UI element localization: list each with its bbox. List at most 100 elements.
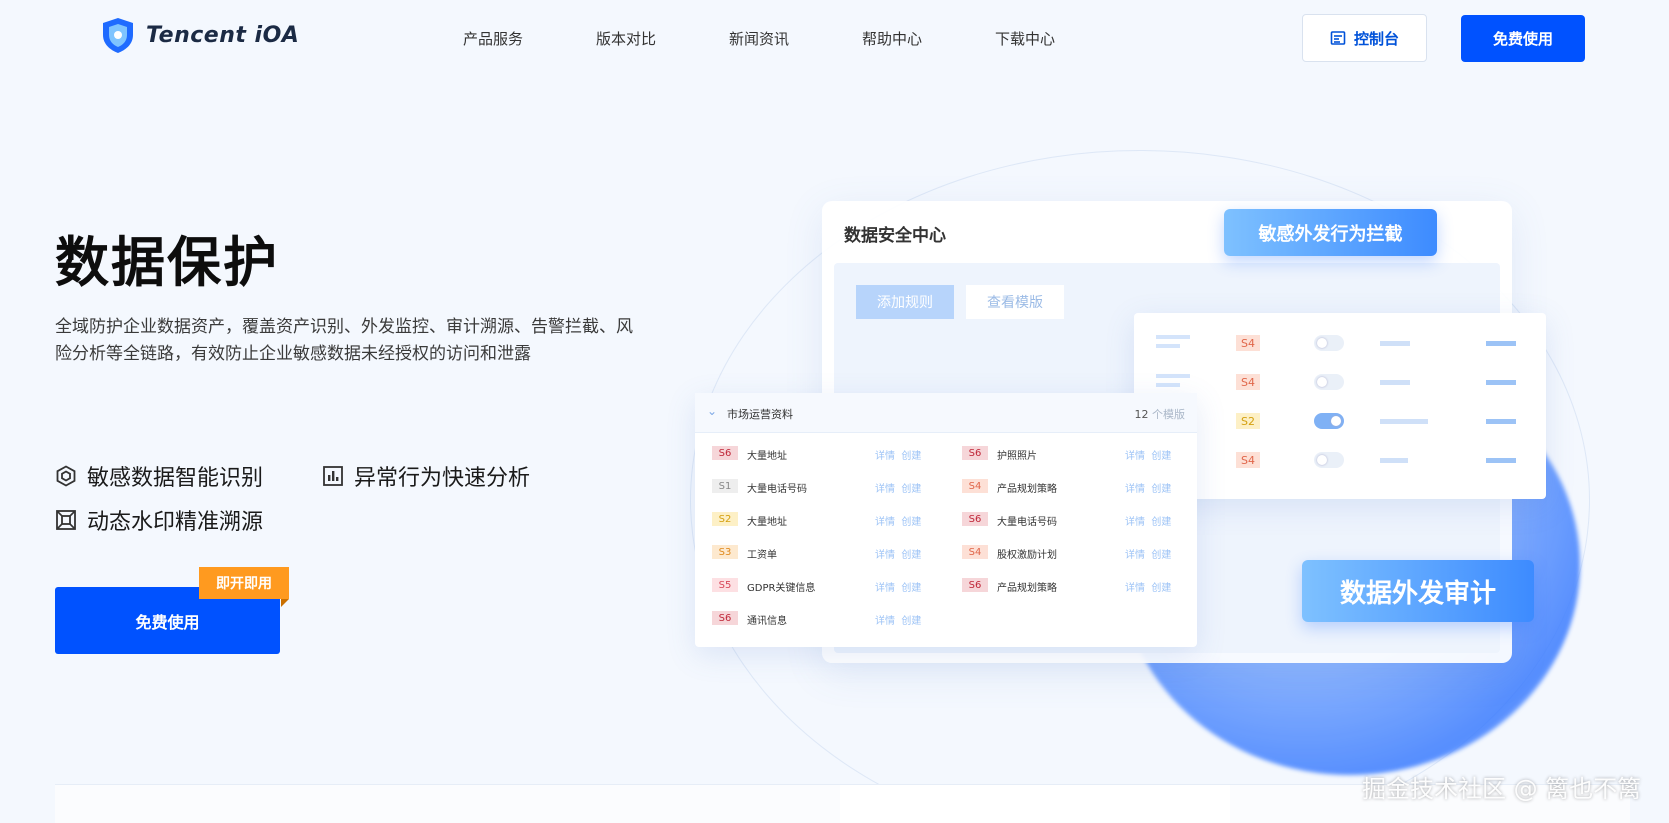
severity-badge: S2 [1236,413,1260,429]
detail-link[interactable]: 详情 [1125,583,1145,594]
detail-link[interactable]: 详情 [875,616,895,627]
detail-link[interactable]: 详情 [875,484,895,495]
detail-link[interactable]: 详情 [1125,550,1145,561]
severity-badge: S6 [962,446,988,460]
create-link[interactable]: 创建 [901,484,921,495]
create-link[interactable]: 创建 [1151,517,1171,528]
template-count: 12 个模版 [1135,406,1186,422]
severity-badge: S1 [712,479,738,493]
create-link[interactable]: 创建 [1151,484,1171,495]
list-item: S1 大量电话号码 详情 创建 [695,476,930,496]
detail-link[interactable]: 详情 [1125,517,1145,528]
create-link[interactable]: 创建 [1151,583,1171,594]
top-header: Tencent iOA 产品服务 版本对比 新闻资讯 帮助中心 下载中心 控制台 免费使… [0,0,1669,78]
item-actions: 详情 创建 [875,447,921,462]
create-link[interactable]: 创建 [901,550,921,561]
watermark-frame-icon [56,510,76,530]
create-link[interactable]: 创建 [1151,550,1171,561]
item-name: 股权激励计划 [997,550,1057,561]
item-actions: 详情 创建 [875,612,921,627]
item-actions: 详情 创建 [1125,447,1171,462]
item-actions: 详情 创建 [1125,546,1171,561]
create-link[interactable]: 创建 [901,517,921,528]
create-link[interactable]: 创建 [901,451,921,462]
template-list-card: ⌄ 市场运营资料 12 个模版 S6 大量地址 详情 创建 S1 大量电话号码 详情 创建… [695,393,1197,647]
list-item: S2 大量地址 详情 创建 [695,509,930,529]
severity-badge: S6 [962,578,988,592]
template-count-number: 12 [1134,408,1149,421]
detail-link[interactable]: 详情 [1125,484,1145,495]
item-actions: 详情 创建 [875,513,921,528]
hero-description: 全域防护企业数据资产，覆盖资产识别、外发监控、审计溯源、告警拦截、风险分析等全链… [55,317,633,364]
severity-badge: S6 [712,611,738,625]
chevron-down-icon: ⌄ [707,404,718,418]
template-list-title: 市场运营资料 [727,408,793,421]
nav-item-3[interactable]: 帮助中心 [862,28,995,49]
severity-badge: S3 [712,545,738,559]
item-name: 产品规划策略 [997,583,1057,594]
create-link[interactable]: 创建 [1151,451,1171,462]
list-item: S4 股权激励计划 详情 创建 [945,542,1180,562]
view-template-button[interactable]: 查看模版 [966,285,1064,319]
console-button[interactable]: 控制台 [1302,14,1427,62]
hero-title: 数据保护 [55,231,279,294]
item-name: 工资单 [747,550,777,561]
rule-bar [1380,458,1408,463]
item-name: 通讯信息 [747,616,787,627]
rule-toggle[interactable] [1314,452,1344,468]
add-rule-button[interactable]: 添加规则 [856,285,954,319]
item-name: 大量电话号码 [747,484,807,495]
severity-badge: S5 [712,578,738,592]
rule-toggle[interactable] [1314,335,1344,351]
rule-bar [1486,380,1516,385]
severity-badge: S6 [712,446,738,460]
feature-label: 动态水印精准溯源 [87,510,264,535]
nav-item-4[interactable]: 下载中心 [995,28,1128,49]
item-actions: 详情 创建 [875,480,921,495]
item-name: 大量电话号码 [997,517,1057,528]
rule-name-placeholder [1156,335,1190,353]
nav-item-2[interactable]: 新闻资讯 [729,28,862,49]
template-count-suffix: 个模版 [1152,408,1185,421]
item-name: 大量地址 [747,517,787,528]
feature-label: 敏感数据智能识别 [87,466,264,491]
severity-badge: S4 [962,479,988,493]
feature-sensitive-data: 敏感数据智能识别 [55,460,263,492]
strip-segment [840,785,1230,823]
create-link[interactable]: 创建 [901,583,921,594]
list-item: S6 大量电话号码 详情 创建 [945,509,1180,529]
item-actions: 详情 创建 [1125,480,1171,495]
shield-logo-icon [103,18,133,53]
list-item: S5 GDPR关键信息 详情 创建 [695,575,930,595]
item-name: 护照照片 [997,451,1037,462]
rule-toggle[interactable] [1314,413,1344,429]
detail-link[interactable]: 详情 [1125,451,1145,462]
detail-link[interactable]: 详情 [875,550,895,561]
rule-bar [1486,458,1516,463]
free-trial-button-top[interactable]: 免费使用 [1461,15,1585,62]
list-item: S3 工资单 详情 创建 [695,542,930,562]
item-name: GDPR关键信息 [747,583,816,594]
nav-item-0[interactable]: 产品服务 [463,28,596,49]
rule-toggle[interactable] [1314,374,1344,390]
severity-badge: S4 [1236,335,1260,351]
severity-badge: S4 [962,545,988,559]
item-name: 产品规划策略 [997,484,1057,495]
detail-link[interactable]: 详情 [875,583,895,594]
logo[interactable]: Tencent iOA [100,16,299,54]
console-label: 控制台 [1353,29,1399,48]
rule-bar [1486,341,1516,346]
rule-bar [1380,341,1410,346]
template-list-header[interactable]: ⌄ 市场运营资料 12 个模版 [695,393,1197,433]
detail-link[interactable]: 详情 [875,517,895,528]
rule-bar [1486,419,1516,424]
list-item: S6 大量地址 详情 创建 [695,443,930,463]
rule-name-placeholder [1156,374,1190,392]
list-item: S6 通讯信息 详情 创建 [695,608,930,628]
feature-watermark: 动态水印精准溯源 [55,504,263,536]
list-item: S4 产品规划策略 详情 创建 [945,476,1180,496]
detail-link[interactable]: 详情 [875,451,895,462]
create-link[interactable]: 创建 [901,616,921,627]
nav-item-1[interactable]: 版本对比 [596,28,729,49]
hexagon-icon [56,465,76,487]
